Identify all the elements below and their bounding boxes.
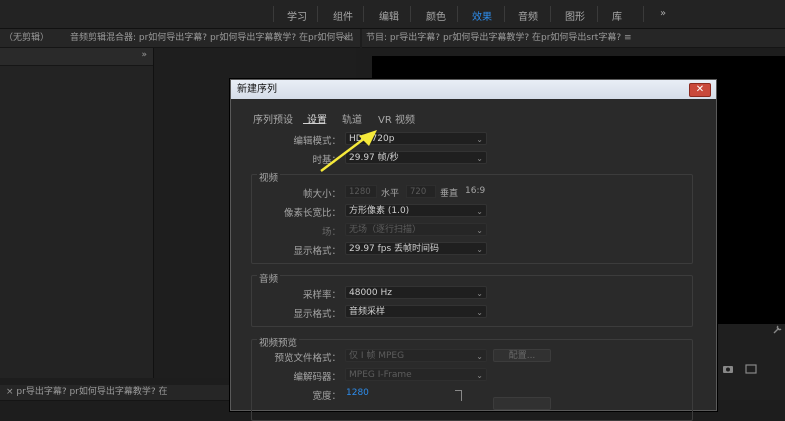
link-bracket-icon [455, 390, 462, 401]
display-format-select[interactable]: 29.97 fps 丢帧时间码 ⌄ [345, 242, 487, 255]
fields-label: 场： [321, 227, 341, 238]
chevron-down-icon: ⌄ [476, 154, 483, 163]
divider [597, 6, 598, 22]
vertical-label: 垂直 [440, 189, 459, 199]
preview-file-format-value: 仅 I 帧 MPEG [349, 351, 405, 361]
tab-sequence-presets[interactable]: 序列预设 [253, 111, 293, 126]
codec-label: 编解码器： [293, 372, 341, 383]
workspace-tab-assembly[interactable]: 组件 [333, 8, 353, 23]
workspace-tab-editing[interactable]: 编辑 [379, 8, 399, 23]
panel-menu-button[interactable]: » [141, 50, 147, 60]
source-panel-tab[interactable]: （无剪辑） [4, 33, 49, 43]
video-group-title: 视频 [257, 170, 281, 184]
codec-value: MPEG I-Frame [349, 370, 412, 380]
display-format-label: 显示格式： [293, 246, 341, 257]
reset-button[interactable] [493, 397, 551, 410]
audio-display-format-value: 音频采样 [349, 307, 386, 317]
audio-mixer-header: 音频剪辑混合器: pr如何导出字幕? pr如何导出字幕教学? 在pr如何导出 [66, 29, 360, 48]
wrench-icon[interactable] [772, 324, 783, 338]
preview-file-format-select[interactable]: 仅 I 帧 MPEG ⌄ [345, 349, 487, 362]
fields-select[interactable]: 无场（逐行扫描） ⌄ [345, 223, 487, 236]
tab-vr-video[interactable]: VR 视频 [378, 111, 415, 126]
annotation-arrow-icon [320, 130, 377, 172]
divider [643, 6, 644, 22]
frame-height-field[interactable]: 720 [406, 185, 436, 198]
source-panel: » [0, 48, 154, 378]
sample-rate-label: 采样率： [302, 290, 341, 301]
active-tab-indicator [303, 123, 325, 124]
workspace-tab-color[interactable]: 颜色 [426, 8, 446, 23]
chevron-down-icon: ⌄ [476, 289, 483, 298]
panel-overflow-button[interactable]: » [343, 29, 357, 47]
program-monitor-tab[interactable]: 节目: pr导出字幕? pr如何导出字幕教学? 在pr如何导出srt字幕? ≡ [366, 33, 632, 43]
workspace-tab-graphics[interactable]: 图形 [565, 8, 585, 23]
preview-width-value[interactable]: 1280 [346, 388, 369, 398]
camera-icon[interactable] [722, 364, 734, 377]
codec-select[interactable]: MPEG I-Frame ⌄ [345, 368, 487, 381]
chevron-down-icon: ⌄ [476, 207, 483, 216]
workspace-tab-audio[interactable]: 音频 [518, 8, 538, 23]
frame-size-label: 帧大小： [302, 189, 341, 200]
audio-display-format-label: 显示格式： [293, 309, 341, 320]
close-button[interactable]: ✕ [689, 83, 711, 97]
export-frame-icon[interactable] [745, 364, 757, 377]
display-format-value: 29.97 fps 丢帧时间码 [349, 244, 440, 254]
program-monitor-header: 节目: pr导出字幕? pr如何导出字幕教学? 在pr如何导出srt字幕? ≡ [362, 29, 785, 48]
aspect-ratio-value: 16:9 [465, 186, 486, 196]
divider [317, 6, 318, 22]
audio-group-title: 音频 [257, 271, 281, 285]
chevron-down-icon: ⌄ [476, 371, 483, 380]
horizontal-label: 水平 [381, 189, 400, 199]
chevron-down-icon: ⌄ [476, 308, 483, 317]
video-preview-group-title: 视频预览 [257, 335, 300, 349]
dialog-title: 新建序列 [237, 84, 277, 95]
fields-value: 无场（逐行扫描） [349, 225, 422, 235]
audio-mixer-tab[interactable]: 音频剪辑混合器: pr如何导出字幕? pr如何导出字幕教学? 在pr如何导出 [70, 33, 353, 43]
chevron-down-icon: ⌄ [476, 245, 483, 254]
workspace-tab-effects[interactable]: 效果 [472, 8, 492, 23]
pixel-aspect-label: 像素长宽比： [283, 208, 341, 219]
workspace-bar: 学习 组件 编辑 颜色 效果 音频 图形 库 » [0, 0, 785, 29]
pixel-aspect-select[interactable]: 方形像素 (1.0) ⌄ [345, 204, 487, 217]
divider [550, 6, 551, 22]
chevron-down-icon: ⌄ [476, 226, 483, 235]
workspace-tab-learn[interactable]: 学习 [287, 8, 307, 23]
timeline-tab[interactable]: × pr导出字幕? pr如何导出字幕教学? 在 [6, 387, 168, 397]
workspaces-overflow-button[interactable]: » [660, 8, 666, 19]
dialog-title-bar[interactable]: 新建序列 ✕ [231, 80, 716, 99]
audio-display-format-select[interactable]: 音频采样 ⌄ [345, 305, 487, 318]
divider [273, 6, 274, 22]
source-panel-subheader: » [0, 48, 153, 66]
workspace-tab-libraries[interactable]: 库 [612, 8, 622, 23]
chevron-down-icon: ⌄ [476, 352, 483, 361]
chevron-down-icon: ⌄ [476, 135, 483, 144]
sample-rate-value: 48000 Hz [349, 288, 392, 298]
sample-rate-select[interactable]: 48000 Hz ⌄ [345, 286, 487, 299]
divider [363, 6, 364, 22]
new-sequence-dialog: 新建序列 ✕ 序列预设 设置 轨道 VR 视频 编辑模式： HDV 720p ⌄… [230, 79, 717, 421]
pixel-aspect-value: 方形像素 (1.0) [349, 206, 410, 216]
divider [410, 6, 411, 22]
timeline-header: × pr导出字幕? pr如何导出字幕教学? 在 [0, 385, 236, 401]
divider [457, 6, 458, 22]
configure-button[interactable]: 配置... [493, 349, 551, 362]
source-panel-header: （无剪辑） [0, 29, 66, 48]
frame-width-field[interactable]: 1280 [345, 185, 377, 198]
divider [504, 6, 505, 22]
preview-file-format-label: 预览文件格式： [274, 353, 341, 364]
tab-tracks[interactable]: 轨道 [342, 111, 362, 126]
